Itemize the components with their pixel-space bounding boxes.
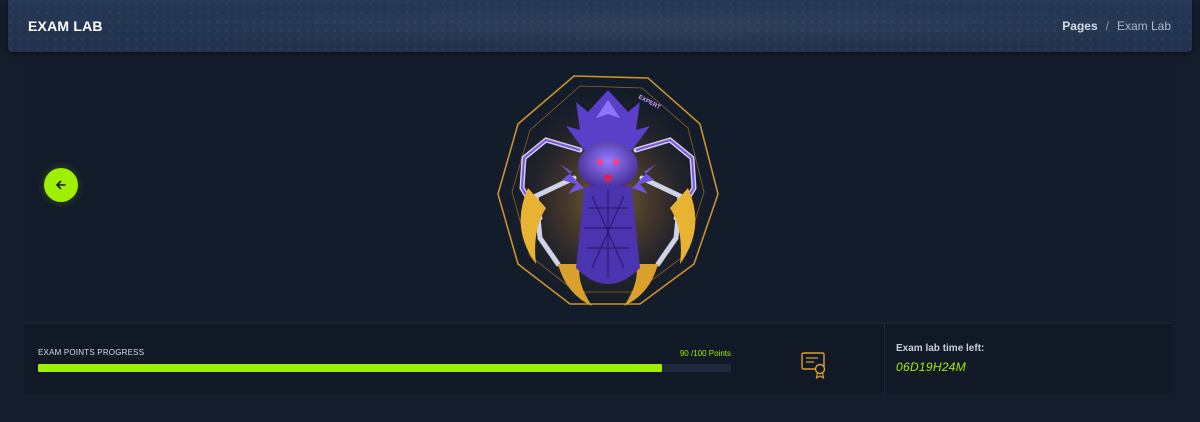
arrow-left-icon — [56, 180, 66, 190]
breadcrumb-separator: / — [1105, 19, 1109, 33]
progress-bar-track — [38, 364, 731, 372]
progress-points-text: 90 /100 Points — [679, 349, 731, 358]
breadcrumb: Pages / Exam Lab — [1062, 19, 1171, 33]
page-header: EXAM LAB Pages / Exam Lab — [8, 0, 1192, 52]
breadcrumb-pages-link[interactable]: Pages — [1062, 19, 1097, 33]
back-button[interactable] — [44, 168, 78, 202]
breadcrumb-current: Exam Lab — [1116, 19, 1171, 33]
progress-bar-fill — [38, 364, 662, 372]
time-left-value: 06D19H24M — [896, 360, 967, 374]
certificate-icon[interactable] — [800, 350, 828, 380]
exam-progress-panel: EXAM POINTS PROGRESS 90 /100 Points Exam… — [24, 323, 1172, 394]
time-left-label: Exam lab time left: — [896, 343, 985, 354]
spider-mascot-badge-icon: EXPERT — [496, 75, 720, 314]
exam-points-progress: EXAM POINTS PROGRESS 90 /100 Points — [38, 348, 731, 372]
exam-hero: EXPERT — [24, 66, 1172, 320]
time-left-block: Exam lab time left: 06D19H24M — [896, 343, 984, 374]
page-title: EXAM LAB — [28, 18, 103, 34]
progress-label: EXAM POINTS PROGRESS — [38, 348, 145, 357]
exam-lab-page: EXAM LAB Pages / Exam Lab EXPERT EXAM PO… — [0, 0, 1200, 422]
panel-divider — [884, 324, 885, 394]
expert-badge: EXPERT — [488, 68, 728, 316]
